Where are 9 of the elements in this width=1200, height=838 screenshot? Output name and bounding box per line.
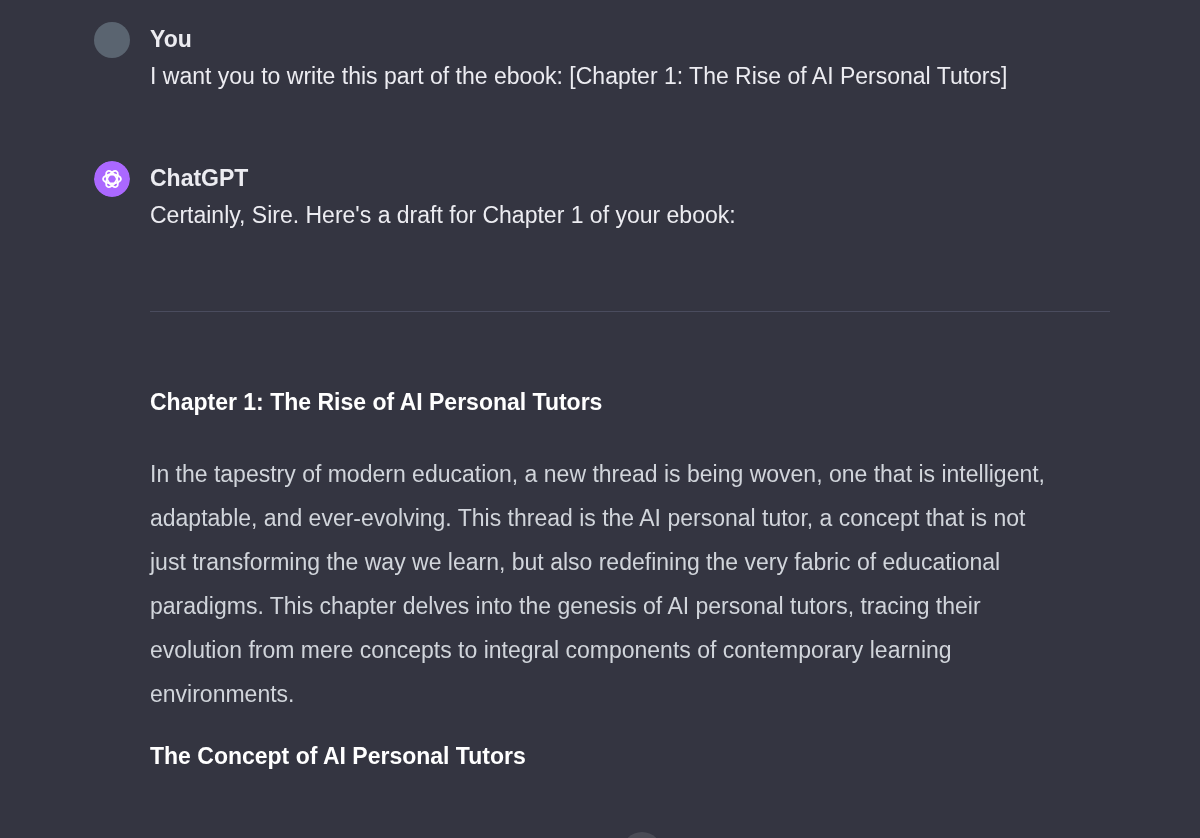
assistant-logo-icon — [94, 161, 130, 197]
section-heading: The Concept of AI Personal Tutors — [150, 742, 527, 771]
message-text: I want you to write this part of the ebook: [Chapter 1: The Rise of AI Personal Tutors] — [150, 62, 1009, 91]
author-name: ChatGPT — [150, 164, 250, 193]
author-name: You — [150, 25, 193, 54]
paragraph: In the tapestry of modern education, a new thread is being woven, one that is intelligent, adaptable, and ever-evolving. This thread is the AI personal tutor, a concept that is not just transforming the way we learn, but also redefining the very fabric of educational paradigms. This chapter delves into the genesis of AI personal tutors, tracing their evolution from mere concepts to integral components of contemporary learning environments. — [150, 460, 1046, 709]
section-heading: Chapter 1: The Rise of AI Personal Tutors — [150, 388, 604, 417]
user-avatar — [94, 22, 130, 58]
message-text: Certainly, Sire. Here's a draft for Chapter 1 of your ebook: — [150, 201, 737, 230]
